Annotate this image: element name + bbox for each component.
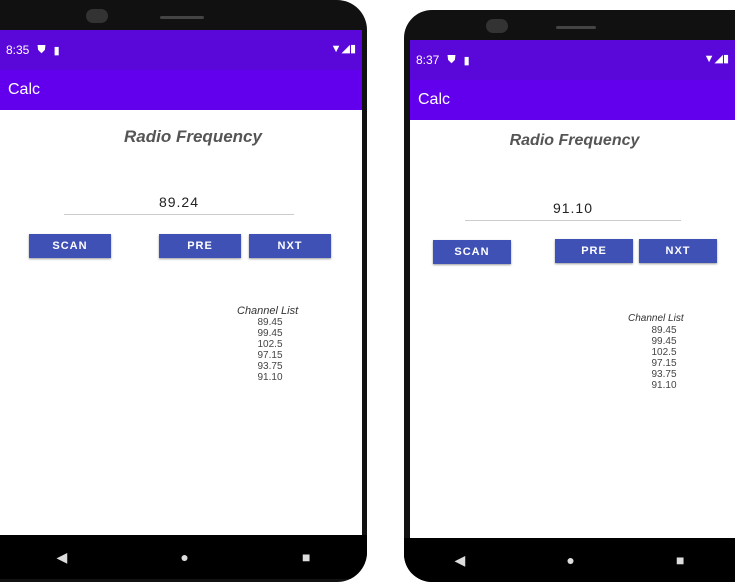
list-item: 99.45 — [651, 336, 677, 347]
battery-icon: ▮ — [349, 43, 356, 55]
back-icon[interactable]: ◀ — [455, 552, 466, 569]
status-right: ▼◢▮ — [331, 42, 356, 55]
list-item: 89.45 — [651, 325, 677, 336]
battery-icon: ▮ — [722, 53, 729, 65]
channel-list: 89.45 99.45 102.5 97.15 93.75 91.10 — [642, 325, 686, 391]
list-item: 99.45 — [257, 328, 283, 339]
list-item: 102.5 — [651, 347, 677, 358]
list-item: 93.75 — [257, 361, 283, 372]
status-bar: 8:35 ⛊ ▮ ▼◢▮ — [0, 30, 362, 70]
phone-right: 8:37 ⛊ ▮ ▼◢▮ Calc Radio Frequency SCAN P… — [404, 10, 735, 582]
home-icon[interactable]: ● — [566, 552, 574, 568]
frequency-input[interactable] — [64, 190, 294, 215]
list-item: 102.5 — [257, 339, 283, 350]
sim-card-icon: ▮ — [463, 54, 470, 67]
status-time: 8:37 — [416, 53, 440, 67]
app-bar: Calc — [410, 80, 735, 120]
list-item: 97.15 — [257, 350, 283, 361]
status-time: 8:35 — [6, 43, 30, 57]
page-title: Radio Frequency — [124, 127, 262, 146]
scan-button[interactable]: SCAN — [433, 240, 511, 264]
speaker-grille — [556, 26, 596, 29]
home-icon[interactable]: ● — [180, 549, 188, 565]
channel-list: 89.45 99.45 102.5 97.15 93.75 91.10 — [245, 317, 295, 383]
list-item: 89.45 — [257, 317, 283, 328]
signal-icon: ◢ — [714, 53, 723, 65]
recents-icon[interactable]: ■ — [302, 549, 310, 565]
shield-icon: ⛊ — [37, 43, 46, 56]
wifi-icon: ▼ — [703, 53, 715, 65]
pre-button[interactable]: PRE — [159, 234, 241, 258]
speaker-grille — [160, 16, 204, 19]
list-item: 91.10 — [651, 380, 677, 391]
status-right: ▼◢▮ — [704, 52, 729, 65]
list-item: 97.15 — [651, 358, 677, 369]
frequency-input[interactable] — [465, 196, 681, 221]
app-bar: Calc — [0, 70, 362, 110]
recents-icon[interactable]: ■ — [676, 552, 684, 568]
screen-left: 8:35 ⛊ ▮ ▼◢▮ Calc Radio Frequency SCAN P… — [0, 30, 362, 538]
navigation-bar: ◀ ● ■ — [404, 538, 735, 582]
scan-button[interactable]: SCAN — [29, 234, 111, 258]
list-item: 91.10 — [257, 372, 283, 383]
nxt-button[interactable]: NXT — [249, 234, 331, 258]
signal-icon: ◢ — [341, 43, 350, 55]
app-title: Calc — [418, 91, 451, 108]
page-title: Radio Frequency — [509, 132, 640, 149]
status-bar: 8:37 ⛊ ▮ ▼◢▮ — [410, 40, 735, 80]
sim-card-icon: ▮ — [53, 44, 60, 57]
back-icon[interactable]: ◀ — [57, 549, 68, 566]
nxt-button[interactable]: NXT — [639, 239, 717, 263]
app-title: Calc — [8, 81, 41, 98]
pre-button[interactable]: PRE — [555, 239, 633, 263]
camera-icon — [486, 19, 508, 33]
screen-right: 8:37 ⛊ ▮ ▼◢▮ Calc Radio Frequency SCAN P… — [410, 40, 735, 549]
camera-icon — [86, 9, 108, 23]
list-item: 93.75 — [651, 369, 677, 380]
wifi-icon: ▼ — [330, 43, 342, 55]
phone-left: 8:35 ⛊ ▮ ▼◢▮ Calc Radio Frequency SCAN P… — [0, 0, 367, 582]
shield-icon: ⛊ — [447, 53, 456, 66]
navigation-bar: ◀ ● ■ — [0, 535, 367, 579]
channel-list-header: Channel List — [628, 313, 684, 324]
channel-list-header: Channel List — [237, 305, 299, 317]
